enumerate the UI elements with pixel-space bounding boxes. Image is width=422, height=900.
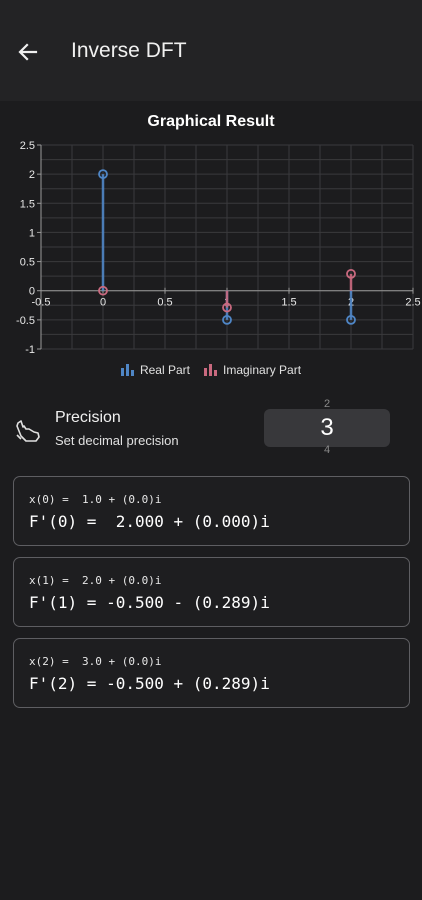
result-output: F'(0) = 2.000 + (0.000)i xyxy=(29,512,270,531)
precision-title: Precision xyxy=(55,409,121,426)
result-card: x(2) = 3.0 + (0.0)i F'(2) = -0.500 + (0.… xyxy=(13,638,410,708)
result-card: x(0) = 1.0 + (0.0)i F'(0) = 2.000 + (0.0… xyxy=(13,476,410,546)
y-tick-label: 2.5 xyxy=(20,140,35,152)
bar-chart-icon xyxy=(120,364,134,376)
bar-chart-icon xyxy=(204,364,217,376)
precision-value: 3 xyxy=(320,414,334,441)
y-tick-label: 0.5 xyxy=(20,257,35,269)
result-input: x(1) = 2.0 + (0.0)i xyxy=(29,574,162,587)
page-title: Inverse DFT xyxy=(71,39,187,62)
chart-legend: Real Part Imaginary Part xyxy=(0,361,422,379)
app-bar: Inverse DFT xyxy=(0,0,422,101)
legend-item-real: Real Part xyxy=(120,363,190,377)
result-output: F'(2) = -0.500 + (0.289)i xyxy=(29,674,270,693)
y-tick-label: 0 xyxy=(29,286,35,298)
back-button[interactable] xyxy=(14,38,42,66)
x-tick-label: 1.5 xyxy=(281,297,296,309)
legend-label-real: Real Part xyxy=(139,363,190,377)
hand-pointing-icon xyxy=(16,420,40,442)
precision-picker[interactable]: 3 xyxy=(264,409,390,447)
precision-subtitle: Set decimal precision xyxy=(55,433,179,448)
x-tick-label: 0 xyxy=(100,297,106,309)
y-tick-label: 1.5 xyxy=(20,198,35,210)
y-tick-label: 1 xyxy=(29,227,35,239)
y-tick-label: 2 xyxy=(29,169,35,181)
dft-chart: -0.500.511.522.5-1-0.500.511.522.5 xyxy=(16,140,421,356)
y-tick-label: -1 xyxy=(25,344,35,356)
x-tick-label: 2.5 xyxy=(405,297,420,309)
y-tick-label: -0.5 xyxy=(16,315,35,327)
legend-item-imaginary: Imaginary Part xyxy=(204,363,301,377)
x-tick-label: 0.5 xyxy=(157,297,172,309)
precision-next-value: 4 xyxy=(323,445,331,457)
legend-label-imaginary: Imaginary Part xyxy=(223,363,302,377)
result-input: x(2) = 3.0 + (0.0)i xyxy=(29,655,162,668)
chart-title: Graphical Result xyxy=(147,113,275,130)
result-output: F'(1) = -0.500 - (0.289)i xyxy=(29,593,270,612)
arrow-left-icon xyxy=(18,43,38,61)
x-tick-label: -0.5 xyxy=(32,297,51,309)
result-input: x(0) = 1.0 + (0.0)i xyxy=(29,493,162,506)
result-card: x(1) = 2.0 + (0.0)i F'(1) = -0.500 - (0.… xyxy=(13,557,410,627)
